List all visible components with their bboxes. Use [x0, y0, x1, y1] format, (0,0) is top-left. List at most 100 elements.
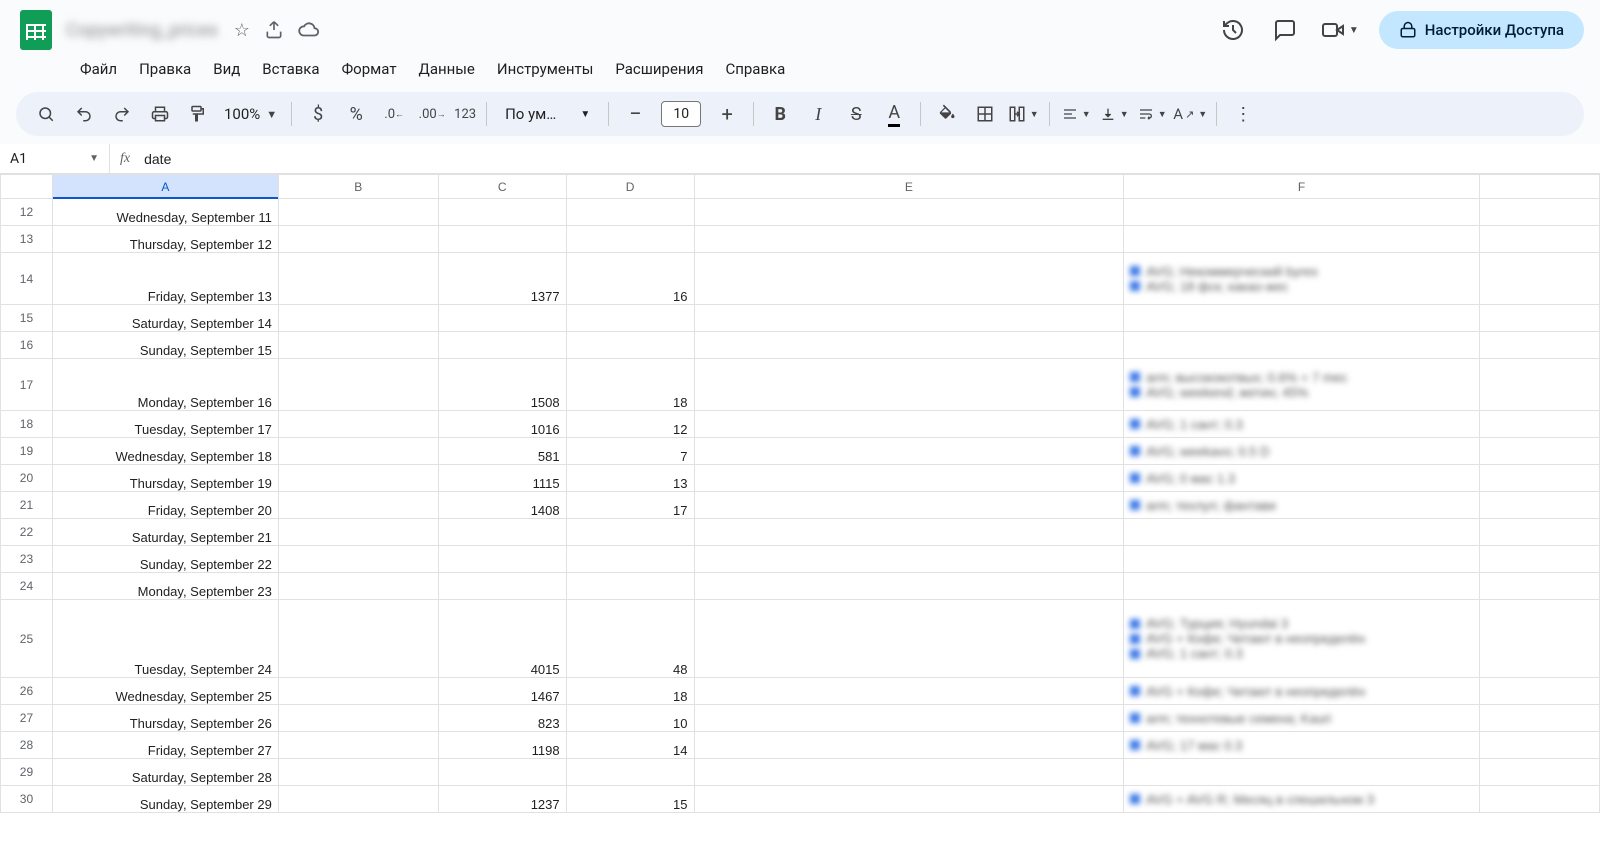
cell[interactable] [694, 519, 1124, 546]
cell[interactable]: 17 [566, 492, 694, 519]
menu-справка[interactable]: Справка [715, 56, 795, 82]
cell[interactable]: 7 [566, 438, 694, 465]
cell[interactable] [278, 786, 438, 813]
cell[interactable] [694, 253, 1124, 305]
cell[interactable]: 4015 [438, 600, 566, 678]
bold-icon[interactable]: B [764, 98, 796, 130]
col-header-D[interactable]: D [566, 175, 694, 199]
cell[interactable] [278, 332, 438, 359]
cell[interactable] [1480, 492, 1600, 519]
cell[interactable] [278, 519, 438, 546]
cell[interactable]: 1198 [438, 732, 566, 759]
row-header[interactable]: 28 [1, 732, 53, 759]
cell[interactable]: 13 [566, 465, 694, 492]
cell[interactable] [278, 678, 438, 705]
cell[interactable] [694, 600, 1124, 678]
row-header[interactable]: 24 [1, 573, 53, 600]
cell[interactable] [694, 226, 1124, 253]
cell[interactable]: AVG; 0 мас 1.3 [1124, 465, 1480, 492]
cell[interactable] [278, 732, 438, 759]
cell[interactable]: arm; техлул; фантави [1124, 492, 1480, 519]
menu-формат[interactable]: Формат [332, 56, 407, 82]
cell[interactable]: 1237 [438, 786, 566, 813]
spreadsheet-grid[interactable]: ABCDEF 12Wednesday, September 1113Thursd… [0, 174, 1600, 813]
move-icon[interactable] [264, 20, 284, 40]
cell[interactable] [278, 600, 438, 678]
cell[interactable]: Sunday, September 15 [52, 332, 278, 359]
meet-icon[interactable]: ▼ [1321, 14, 1359, 46]
more-toolbar-icon[interactable]: ⋮ [1227, 98, 1259, 130]
cell[interactable] [438, 305, 566, 332]
cell[interactable]: Tuesday, September 17 [52, 411, 278, 438]
cell[interactable]: 14 [566, 732, 694, 759]
cell[interactable]: Wednesday, September 11 [52, 199, 278, 226]
document-title[interactable]: Copywriting_prices [66, 20, 218, 41]
zoom-selector[interactable]: 100%▼ [220, 105, 281, 123]
cloud-icon[interactable] [298, 19, 320, 41]
cell[interactable]: 1508 [438, 359, 566, 411]
cell[interactable]: Saturday, September 21 [52, 519, 278, 546]
menu-вставка[interactable]: Вставка [252, 56, 329, 82]
cell[interactable] [694, 465, 1124, 492]
cell[interactable]: Friday, September 20 [52, 492, 278, 519]
row-header[interactable]: 19 [1, 438, 53, 465]
row-header[interactable]: 13 [1, 226, 53, 253]
decrease-decimal-icon[interactable]: .0← [378, 98, 410, 130]
formula-input[interactable]: date [140, 151, 175, 167]
cell[interactable] [278, 226, 438, 253]
row-header[interactable]: 27 [1, 705, 53, 732]
cell[interactable] [278, 465, 438, 492]
cell[interactable] [1480, 359, 1600, 411]
row-header[interactable]: 12 [1, 199, 53, 226]
cell[interactable] [278, 492, 438, 519]
cell[interactable]: AVG + AVG R; Месяц в спешильном З [1124, 786, 1480, 813]
cell[interactable] [1480, 411, 1600, 438]
cell[interactable]: 1467 [438, 678, 566, 705]
cell[interactable]: AVG; 1 сант; 0.3 [1124, 411, 1480, 438]
cell[interactable]: Thursday, September 12 [52, 226, 278, 253]
cell[interactable]: AVG + Кофе; Читают в неопределён [1124, 678, 1480, 705]
cell[interactable] [694, 573, 1124, 600]
text-color-icon[interactable]: A [878, 98, 910, 130]
col-header-E[interactable]: E [694, 175, 1124, 199]
undo-icon[interactable] [68, 98, 100, 130]
cell[interactable] [278, 359, 438, 411]
italic-icon[interactable]: I [802, 98, 834, 130]
menu-правка[interactable]: Правка [129, 56, 201, 82]
cell[interactable] [694, 705, 1124, 732]
cell[interactable]: 12 [566, 411, 694, 438]
cell[interactable] [1124, 546, 1480, 573]
cell[interactable]: AVG; Некоммерческий byresAVG; 18 фск; ка… [1124, 253, 1480, 305]
cell[interactable]: Tuesday, September 24 [52, 600, 278, 678]
paint-format-icon[interactable] [182, 98, 214, 130]
cell[interactable] [1124, 573, 1480, 600]
cell[interactable]: Friday, September 13 [52, 253, 278, 305]
cell[interactable] [438, 759, 566, 786]
cell[interactable] [278, 438, 438, 465]
cell[interactable] [1480, 305, 1600, 332]
star-icon[interactable]: ☆ [234, 20, 250, 41]
col-header-C[interactable]: C [438, 175, 566, 199]
merge-cells-icon[interactable]: ▼ [1007, 98, 1039, 130]
cell[interactable] [1480, 226, 1600, 253]
redo-icon[interactable] [106, 98, 138, 130]
cell[interactable]: AVG; 17 мас 0.3 [1124, 732, 1480, 759]
cell[interactable] [1480, 786, 1600, 813]
menu-файл[interactable]: Файл [70, 56, 127, 82]
cell[interactable] [278, 705, 438, 732]
cell[interactable]: 1377 [438, 253, 566, 305]
cell[interactable] [694, 678, 1124, 705]
valign-icon[interactable]: ▼ [1098, 98, 1130, 130]
cell[interactable]: arm; технотевые семена; Kauri [1124, 705, 1480, 732]
cell[interactable]: 48 [566, 600, 694, 678]
cell[interactable]: Monday, September 23 [52, 573, 278, 600]
col-header-F[interactable]: F [1124, 175, 1480, 199]
cell[interactable]: arm; высококотвых; 0.6% + 7 mесAVG; week… [1124, 359, 1480, 411]
cell[interactable]: Thursday, September 19 [52, 465, 278, 492]
cell[interactable] [278, 546, 438, 573]
cell[interactable] [1124, 332, 1480, 359]
cell[interactable] [566, 226, 694, 253]
cell[interactable] [694, 759, 1124, 786]
halign-icon[interactable]: ▼ [1060, 98, 1092, 130]
cell[interactable] [438, 573, 566, 600]
